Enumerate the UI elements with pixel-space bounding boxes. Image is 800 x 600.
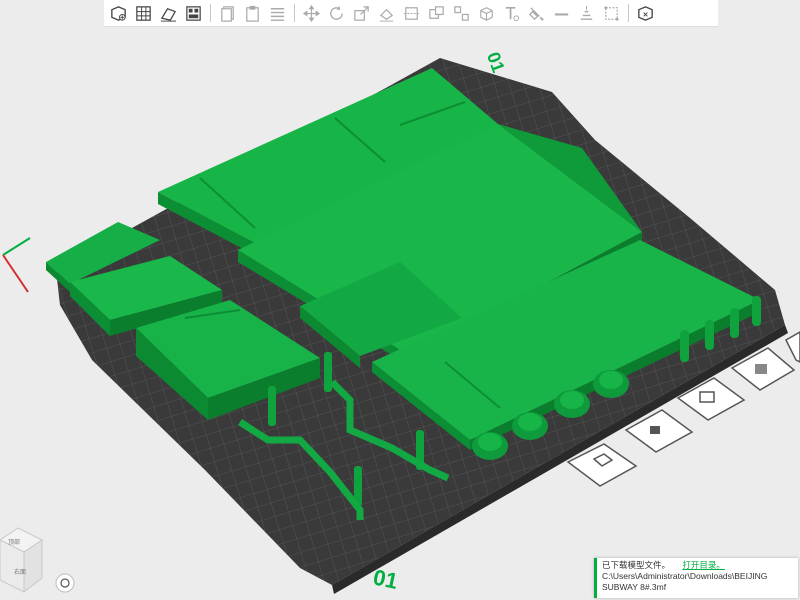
plate-number-top: 01 [483,49,509,75]
place-on-face-icon[interactable] [374,1,399,26]
open-folder-link[interactable]: 打开目录。 [682,560,725,570]
seam-icon[interactable] [549,1,574,26]
top-toolbar [104,0,718,27]
notification-filename: SUBWAY 8#.3mf [602,582,667,592]
face-icon[interactable] [785,331,800,363]
toolbar-separator [294,4,295,22]
copy-icon[interactable] [215,1,240,26]
view-cube-right-label: 右面 [14,568,26,576]
plate-number-bottom: 01 [371,564,400,594]
axis-indicator [2,237,31,293]
assembly-icon[interactable] [633,1,658,26]
viewport-3d[interactable]: 01 01 顶部 右面 [0,0,800,600]
model-parts[interactable] [46,68,761,520]
split-to-objects-icon[interactable] [449,1,474,26]
boolean-icon[interactable] [474,1,499,26]
text-icon[interactable] [499,1,524,26]
paint-icon[interactable] [524,1,549,26]
move-icon[interactable] [299,1,324,26]
download-notification: 已下载模型文件。 打开目录。 C:\Users\Administrator\Do… [594,558,798,598]
split-to-parts-icon[interactable] [424,1,449,26]
notification-path: C:\Users\Administrator\Downloads\BEIJING [602,571,768,581]
rotate-icon[interactable] [324,1,349,26]
toolbar-separator [628,4,629,22]
support-paint-icon[interactable] [574,1,599,26]
view-cube-top-label: 顶部 [8,538,20,546]
view-cube[interactable]: 顶部 右面 [0,527,43,594]
fit-view-icon[interactable] [55,573,75,593]
toolbar-separator [210,4,211,22]
add-object-icon[interactable] [106,1,131,26]
cut-icon[interactable] [399,1,424,26]
notification-message: 已下载模型文件。 [602,560,671,570]
variable-layer-icon[interactable] [265,1,290,26]
measure-icon[interactable] [599,1,624,26]
auto-orient-icon[interactable] [156,1,181,26]
grid-plate-icon[interactable] [131,1,156,26]
paste-icon[interactable] [240,1,265,26]
scale-icon[interactable] [349,1,374,26]
arrange-icon[interactable] [181,1,206,26]
